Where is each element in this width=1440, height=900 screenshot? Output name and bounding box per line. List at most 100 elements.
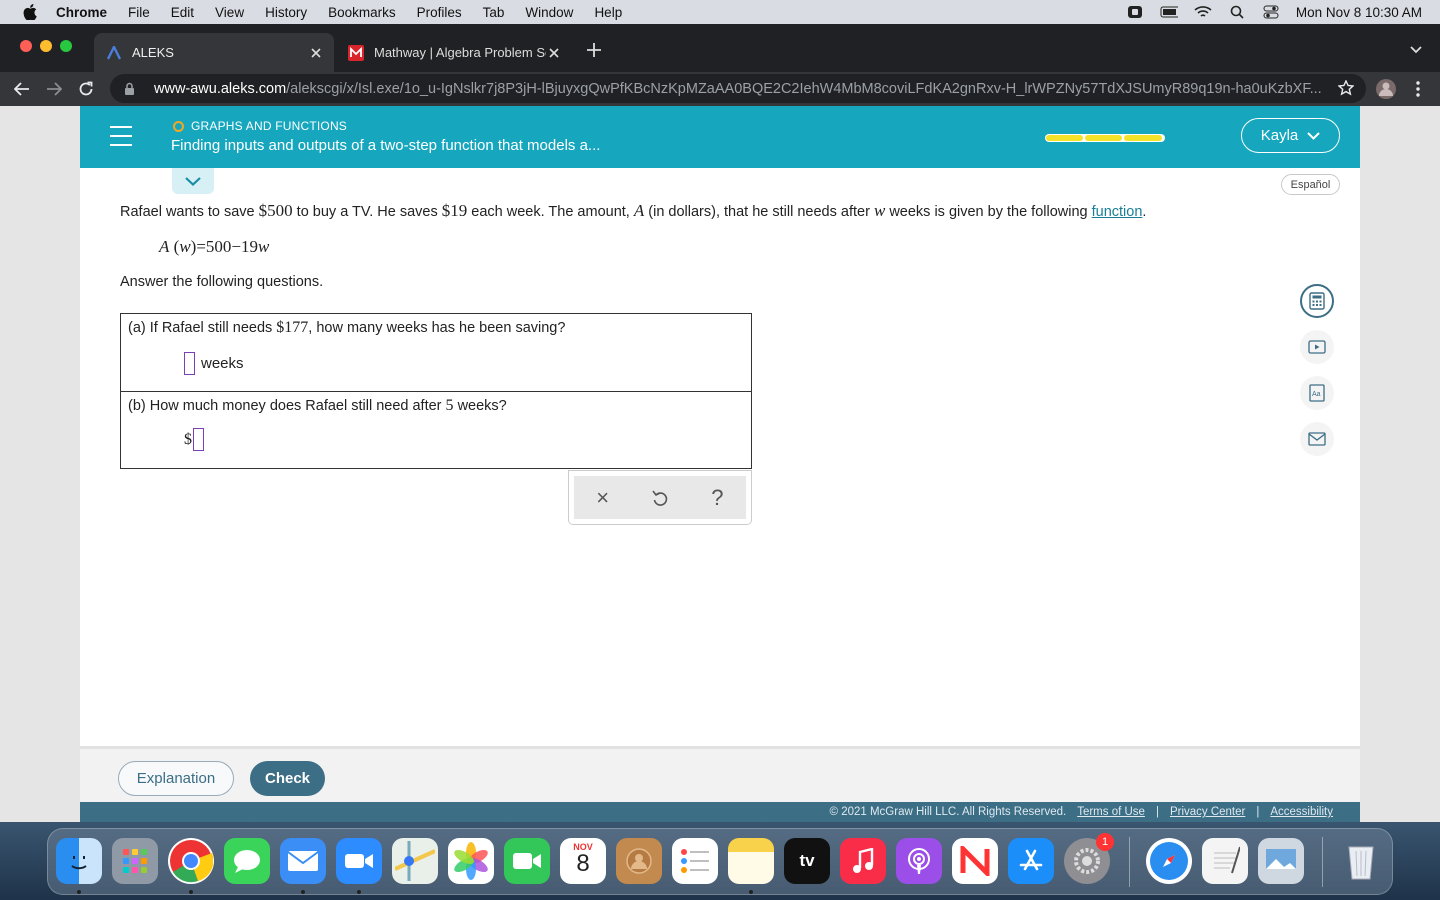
- progress-bar: [1045, 134, 1165, 142]
- menu-view[interactable]: View: [215, 5, 244, 20]
- finder-icon[interactable]: [56, 838, 102, 884]
- music-icon[interactable]: [840, 838, 886, 884]
- tab-close-icon[interactable]: [308, 45, 324, 61]
- topic-text: GRAPHS AND FUNCTIONS: [191, 119, 348, 133]
- menu-app-name[interactable]: Chrome: [56, 5, 107, 20]
- facetime-icon[interactable]: [504, 838, 550, 884]
- dictionary-icon[interactable]: Aa: [1300, 376, 1334, 410]
- apple-tv-icon[interactable]: tv: [784, 838, 830, 884]
- question-a: (a) If Rafael still needs $177, how many…: [121, 314, 751, 392]
- app-store-icon[interactable]: [1008, 838, 1054, 884]
- language-toggle-button[interactable]: Español: [1281, 174, 1340, 195]
- privacy-link[interactable]: Privacy Center: [1170, 806, 1245, 818]
- menu-edit[interactable]: Edit: [171, 5, 194, 20]
- equation-function-name: A: [159, 237, 170, 256]
- menu-clock[interactable]: Mon Nov 8 10:30 AM: [1296, 5, 1422, 20]
- macos-menu-bar: Chrome File Edit View History Bookmarks …: [0, 0, 1440, 24]
- news-icon[interactable]: [952, 838, 998, 884]
- tab-mathway[interactable]: Mathway | Algebra Problem Sol: [336, 33, 572, 72]
- menu-help[interactable]: Help: [594, 5, 622, 20]
- window-close-button[interactable]: [20, 40, 32, 52]
- user-menu-button[interactable]: Kayla: [1241, 118, 1340, 153]
- hamburger-menu-icon[interactable]: [110, 126, 132, 146]
- help-button[interactable]: ?: [702, 483, 732, 513]
- wifi-icon[interactable]: [1194, 5, 1212, 19]
- textedit-icon[interactable]: [1202, 838, 1248, 884]
- answer-toolpad: × ?: [568, 470, 752, 525]
- window-minimize-button[interactable]: [40, 40, 52, 52]
- question-text: (b) How much money does Rafael still nee…: [128, 398, 446, 414]
- action-bar: Explanation Check: [80, 746, 1360, 802]
- url-path: /alekscgi/x/Isl.exe/1o_u-IgNslkr7j8P3jH-…: [286, 80, 1322, 97]
- problem-text: Rafael wants to save: [120, 204, 259, 220]
- zoom-icon[interactable]: [336, 838, 382, 884]
- footer-separator: |: [1256, 806, 1260, 818]
- maps-icon[interactable]: [392, 838, 438, 884]
- problem-text: to buy a TV. He saves: [292, 204, 442, 220]
- photos-icon[interactable]: [448, 838, 494, 884]
- answer-b: $: [184, 428, 204, 451]
- apple-menu-icon[interactable]: [19, 0, 41, 24]
- calendar-icon[interactable]: NOV 8: [560, 838, 606, 884]
- chrome-icon[interactable]: [168, 838, 214, 884]
- svg-text:Aa: Aa: [1312, 391, 1321, 398]
- menu-tab[interactable]: Tab: [483, 5, 505, 20]
- terms-link[interactable]: Terms of Use: [1077, 806, 1145, 818]
- calculator-icon[interactable]: [1300, 284, 1334, 318]
- question-text: weeks?: [453, 398, 507, 414]
- mail-app-icon[interactable]: [280, 838, 326, 884]
- url-host: www-awu.aleks.com: [154, 80, 287, 97]
- profile-avatar[interactable]: [1374, 77, 1398, 101]
- forward-arrow-icon[interactable]: [42, 77, 66, 101]
- explanation-button[interactable]: Explanation: [118, 761, 234, 796]
- menu-history[interactable]: History: [265, 5, 307, 20]
- weeks-answer-input[interactable]: [184, 352, 195, 375]
- dollar-answer-input[interactable]: [193, 428, 204, 451]
- window-zoom-button[interactable]: [60, 40, 72, 52]
- mail-icon[interactable]: [1300, 422, 1334, 456]
- podcasts-icon[interactable]: [896, 838, 942, 884]
- bookmark-star-icon[interactable]: [1337, 79, 1355, 96]
- chrome-menu-icon[interactable]: [1406, 77, 1430, 101]
- macos-dock: NOV 8 tv 1: [47, 828, 1393, 895]
- collapse-header-button[interactable]: [172, 168, 214, 194]
- check-button[interactable]: Check: [250, 761, 325, 796]
- running-indicator: [77, 890, 81, 894]
- control-center-icon[interactable]: [1262, 5, 1280, 19]
- safari-icon[interactable]: [1146, 838, 1192, 884]
- tab-aleks[interactable]: ALEKS: [94, 33, 334, 72]
- lock-icon[interactable]: [122, 82, 136, 96]
- back-arrow-icon[interactable]: [10, 77, 34, 101]
- clear-button[interactable]: ×: [588, 483, 618, 513]
- menu-window[interactable]: Window: [525, 5, 573, 20]
- menu-profiles[interactable]: Profiles: [417, 5, 462, 20]
- reminders-icon[interactable]: [672, 838, 718, 884]
- spotlight-search-icon[interactable]: [1228, 5, 1246, 19]
- tab-close-icon[interactable]: [546, 45, 562, 61]
- function-link[interactable]: function: [1092, 204, 1143, 220]
- menu-bookmarks[interactable]: Bookmarks: [328, 5, 396, 20]
- contacts-icon[interactable]: [616, 838, 662, 884]
- new-tab-icon[interactable]: [584, 40, 604, 60]
- copyright-text: © 2021 McGraw Hill LLC. All Rights Reser…: [829, 806, 1067, 818]
- trash-icon[interactable]: [1338, 838, 1384, 884]
- notes-icon[interactable]: [728, 838, 774, 884]
- reload-icon[interactable]: [74, 77, 98, 101]
- function-equation: A (w)=500−19w: [159, 237, 270, 256]
- messages-icon[interactable]: [224, 838, 270, 884]
- tab-search-chevron-icon[interactable]: [1406, 40, 1426, 60]
- preview-icon[interactable]: [1258, 838, 1304, 884]
- battery-icon[interactable]: [1160, 5, 1178, 19]
- aleks-app: GRAPHS AND FUNCTIONS Finding inputs and …: [80, 106, 1360, 822]
- question-b-text: (b) How much money does Rafael still nee…: [128, 397, 507, 415]
- weeks-unit-label: weeks: [201, 355, 244, 372]
- screen-record-icon[interactable]: [1126, 5, 1144, 19]
- undo-icon[interactable]: [645, 483, 675, 513]
- launchpad-icon[interactable]: [112, 838, 158, 884]
- menu-file[interactable]: File: [128, 5, 150, 20]
- calendar-day: 8: [576, 850, 590, 877]
- problem-text: (in dollars), that he still needs after: [644, 204, 874, 220]
- address-bar[interactable]: www-awu.aleks.com /alekscgi/x/Isl.exe/1o…: [110, 74, 1366, 103]
- accessibility-link[interactable]: Accessibility: [1270, 806, 1333, 818]
- video-icon[interactable]: [1300, 330, 1334, 364]
